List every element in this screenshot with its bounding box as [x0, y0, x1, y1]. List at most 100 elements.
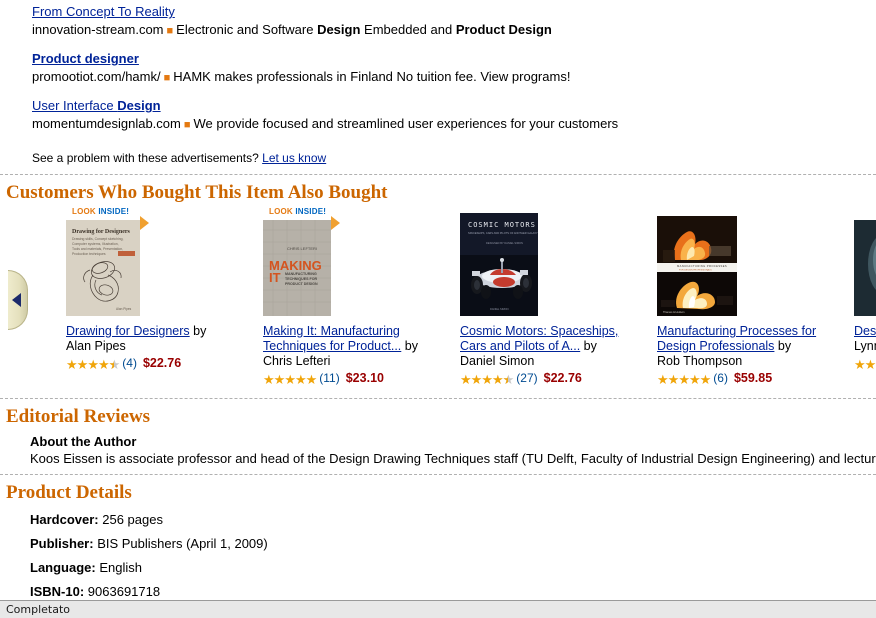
book-price: $22.76 — [142, 356, 182, 370]
carousel-item[interactable]: COSMIC MOTORS SPACESHIPS, CARS AND PILOT… — [460, 213, 657, 387]
browser-status-bar: Completato — [0, 600, 876, 618]
by-label: by — [774, 339, 792, 353]
ad-bullet-icon: ■ — [166, 25, 174, 37]
cover-area: COSMIC MOTORS SPACESHIPS, CARS AND PILOT… — [460, 213, 643, 316]
cover-area: LOOK INSIDE! CHRIS LEFTERI MAKING IT MAN… — [263, 208, 446, 316]
ad-desc-text: HAMK makes professionals in Finland No t… — [173, 69, 571, 84]
look-inside-badge[interactable]: LOOK INSIDE! — [72, 208, 129, 216]
look-inside-badge[interactable]: LOOK INSIDE! — [269, 208, 326, 216]
chevron-left-icon — [12, 293, 21, 307]
ad-feedback-text: See a problem with these advertisements? — [32, 151, 259, 165]
book-title-link[interactable]: Drawing for Designers — [66, 324, 190, 338]
ad-desc-text: We provide focused and streamlined user … — [193, 116, 619, 131]
review-count[interactable]: (6) — [710, 371, 728, 385]
book-author: Lynn... — [854, 339, 876, 353]
ad-item: From Concept To Reality innovation-strea… — [32, 4, 876, 40]
svg-text:FOR DESIGN PROFESSIONALS: FOR DESIGN PROFESSIONALS — [679, 269, 712, 272]
cover-box[interactable]: LOOK INSIDE! CHRIS LEFTERI MAKING IT MAN… — [263, 208, 340, 316]
cover-box[interactable]: MANUFACTURING PROCESSES FOR DESIGN PROFE… — [657, 216, 737, 316]
carousel-prev-button[interactable] — [8, 270, 28, 330]
svg-text:MANUFACTURING: MANUFACTURING — [285, 272, 317, 276]
ad-feedback-line: See a problem with these advertisements?… — [32, 151, 876, 165]
carousel-item[interactable]: Design It Yourself: 50 R... by Lynn... ★… — [854, 216, 876, 387]
book-title-line: Manufacturing Processes for Design Profe… — [657, 324, 840, 354]
svg-text:Computer systems, Illustration: Computer systems, Illustration, — [72, 242, 119, 246]
look-inside-inside: INSIDE! — [98, 208, 130, 216]
svg-text:DESIGNED BY DANIEL SIMON: DESIGNED BY DANIEL SIMON — [486, 241, 523, 245]
look-inside-look: LOOK — [72, 208, 96, 216]
ad-description: promootiot.com/hamk/■ HAMK makes professi… — [32, 68, 876, 87]
star-rating-icon[interactable]: ★★★★★ — [66, 357, 120, 372]
book-cover-image[interactable]: Drawing for Designers Drawing skills, Co… — [66, 220, 140, 316]
book-title-line: Design It Yourself: 50 R... by — [854, 324, 876, 339]
book-cover-image[interactable]: COSMIC MOTORS SPACESHIPS, CARS AND PILOT… — [460, 213, 538, 316]
cover-area — [854, 216, 876, 316]
book-cover-image[interactable]: MANUFACTURING PROCESSES FOR DESIGN PROFE… — [657, 216, 737, 316]
also-bought-section: Customers Who Bought This Item Also Boug… — [0, 175, 876, 398]
star-rating-icon[interactable]: ★★★★★ — [460, 372, 514, 387]
review-count[interactable]: (4) — [119, 356, 137, 370]
book-title-link[interactable]: Making It: Manufacturing Techniques for … — [263, 324, 401, 353]
book-cover-image[interactable] — [854, 220, 876, 316]
ad-desc-text: Electronic and Software Design Embedded … — [176, 22, 552, 37]
sponsored-ads-block: From Concept To Reality innovation-strea… — [0, 0, 876, 165]
detail-value: 256 pages — [98, 512, 163, 527]
ad-title-link[interactable]: From Concept To Reality — [32, 4, 175, 20]
cover-box[interactable] — [854, 220, 876, 316]
by-label: by — [580, 339, 597, 353]
book-rating-row: ★★★★★(4) $22.76 — [66, 356, 249, 372]
book-rating-row: ★★★★★ (11) $23.10 — [263, 371, 446, 387]
let-us-know-link[interactable]: Let us know — [262, 151, 326, 165]
detail-label: Hardcover: — [30, 512, 99, 527]
svg-text:SPACESHIPS, CARS AND PILOTS OF: SPACESHIPS, CARS AND PILOTS OF ANOTHER G… — [468, 231, 538, 235]
book-author: Daniel Simon — [460, 354, 535, 368]
ad-title-link[interactable]: Product designer — [32, 51, 139, 67]
carousel-items-strip: LOOK INSIDE! Drawing for Designers Drawi… — [66, 208, 876, 387]
review-count[interactable]: (27) — [513, 371, 537, 385]
ad-domain: innovation-stream.com — [32, 22, 164, 37]
book-rating-row: ★★★★★ — [854, 356, 876, 372]
status-text: Completato — [6, 603, 71, 616]
carousel-item[interactable]: LOOK INSIDE! CHRIS LEFTERI MAKING IT MAN… — [263, 208, 460, 387]
book-title-line: Making It: Manufacturing Techniques for … — [263, 324, 446, 354]
book-title-link[interactable]: Design It Yourself: 50 R... — [854, 324, 876, 338]
ad-domain: momentumdesignlab.com — [32, 116, 181, 131]
carousel-item[interactable]: LOOK INSIDE! Drawing for Designers Drawi… — [66, 208, 263, 387]
review-count[interactable]: (11) — [316, 371, 339, 385]
detail-label: Language: — [30, 560, 96, 575]
ad-domain: promootiot.com/hamk/ — [32, 69, 161, 84]
book-price: $59.85 — [733, 371, 773, 385]
book-author: Alan Pipes — [66, 339, 126, 353]
cover-box[interactable]: LOOK INSIDE! Drawing for Designers Drawi… — [66, 208, 149, 316]
book-title-line: Drawing for Designers by — [66, 324, 249, 339]
svg-text:CHRIS LEFTERI: CHRIS LEFTERI — [287, 246, 317, 251]
book-title-link[interactable]: Manufacturing Processes for Design Profe… — [657, 324, 816, 353]
ad-item: Product designer promootiot.com/hamk/■ HA… — [32, 51, 876, 87]
svg-text:Alan Pipes: Alan Pipes — [116, 307, 132, 311]
ad-description: innovation-stream.com ■ Electronic and Sof… — [32, 21, 876, 40]
book-cover-image[interactable]: CHRIS LEFTERI MAKING IT MANUFACTURING TE… — [263, 220, 331, 316]
detail-row: ISBN-10: 9063691718 — [0, 580, 876, 600]
cover-box[interactable]: COSMIC MOTORS SPACESHIPS, CARS AND PILOT… — [460, 213, 538, 316]
detail-value: BIS Publishers (April 1, 2009) — [93, 536, 268, 551]
svg-text:Drawing skills, Concept sketch: Drawing skills, Concept sketching, — [72, 237, 124, 241]
detail-row: Publisher: BIS Publishers (April 1, 2009… — [0, 532, 876, 556]
svg-text:Drawing for Designers: Drawing for Designers — [72, 229, 131, 235]
book-rating-row: ★★★★★ (6) $59.85 — [657, 371, 840, 387]
page-content: From Concept To Reality innovation-strea… — [0, 0, 876, 600]
about-the-author-subheading: About the Author — [30, 434, 137, 449]
carousel-item[interactable]: MANUFACTURING PROCESSES FOR DESIGN PROFE… — [657, 216, 854, 387]
detail-value: English — [95, 560, 142, 575]
ad-title-link[interactable]: User Interface Design — [32, 98, 161, 114]
detail-value: 9063691718 — [84, 584, 161, 599]
star-rating-icon[interactable]: ★★★★★ — [854, 357, 876, 372]
ad-bullet-icon: ■ — [163, 72, 171, 84]
svg-text:Tools and materials, Presentat: Tools and materials, Presentation, — [72, 247, 123, 251]
cover-area: LOOK INSIDE! Drawing for Designers Drawi… — [66, 208, 249, 316]
star-rating-icon[interactable]: ★★★★★ — [657, 372, 711, 387]
star-rating-icon[interactable]: ★★★★★ — [263, 372, 317, 387]
ad-description: momentumdesignlab.com ■ We provide focused… — [32, 115, 876, 134]
editorial-reviews-heading: Editorial Reviews — [6, 406, 151, 427]
also-bought-heading: Customers Who Bought This Item Also Boug… — [6, 182, 388, 203]
look-inside-look: LOOK — [269, 208, 293, 216]
